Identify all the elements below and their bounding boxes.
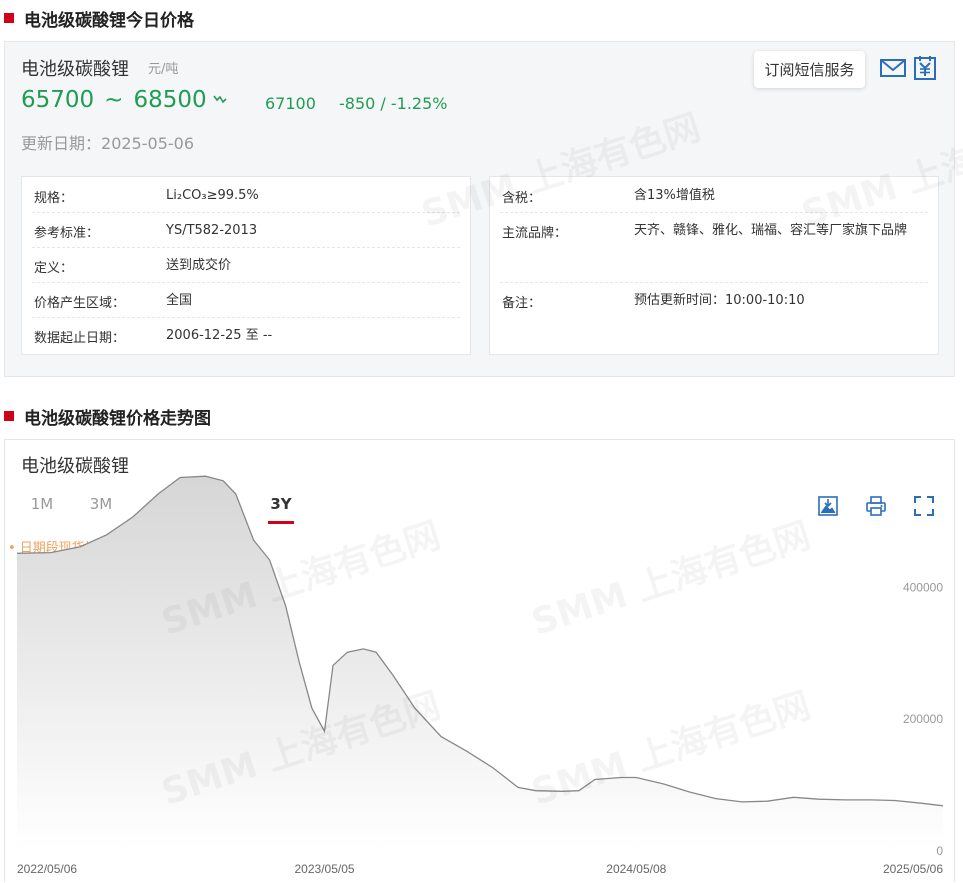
price-area <box>17 476 943 850</box>
price-high: 68500 <box>133 87 207 113</box>
info-value: Li₂CO₃≥99.5% <box>166 188 259 203</box>
mail-icon[interactable] <box>879 54 907 82</box>
info-row: 参考标准： YS/T582-2013 <box>32 212 460 248</box>
update-date-value: 2025-05-06 <box>101 134 194 153</box>
spec-info-table-right: 含税： 含13%增值税 主流品牌： 天齐、赣锋、雅化、瑞福、容汇等厂家旗下品牌 … <box>489 176 939 355</box>
update-date-label: 更新日期： <box>21 134 102 153</box>
yuan-doc-icon[interactable] <box>911 54 939 82</box>
info-row: 价格产生区域： 全国 <box>32 282 460 318</box>
red-square-marker <box>4 13 14 23</box>
info-value: 预估更新时间：10:00-10:10 <box>634 293 805 308</box>
price-card: 电池级碳酸锂 元/吨 65700 ~ 68500 67100 -850 / -1… <box>4 41 963 377</box>
info-label: 参考标准： <box>34 226 100 241</box>
today-price-section-title: 电池级碳酸锂今日价格 <box>0 6 194 31</box>
product-name: 电池级碳酸锂 <box>21 59 129 80</box>
x-tick-label: 2023/05/05 <box>295 862 355 876</box>
info-value: 含13%增值税 <box>634 188 715 203</box>
info-row: 主流品牌： 天齐、赣锋、雅化、瑞福、容汇等厂家旗下品牌 <box>500 212 928 283</box>
chart-card: 电池级碳酸锂 1M 3M 6M 1Y 3Y • 日期段现货均价：23798 <box>4 439 955 882</box>
info-label: 定义： <box>34 261 74 276</box>
info-label: 含税： <box>502 191 542 206</box>
trend-section-title: 电池级碳酸锂价格走势图 <box>0 404 211 429</box>
info-row: 备注： 预估更新时间：10:00-10:10 <box>500 282 928 317</box>
info-label: 备注： <box>502 296 542 311</box>
y-tick-label: 400000 <box>903 580 943 594</box>
x-tick-label: 2022/05/06 <box>17 862 77 876</box>
down-trend-icon <box>212 93 227 107</box>
price-range-tilde: ~ <box>104 87 124 113</box>
price-range: 65700 ~ 68500 <box>21 87 227 113</box>
update-date: 更新日期：2025-05-06 <box>21 130 194 154</box>
x-tick-label: 2024/05/08 <box>606 862 666 876</box>
info-row: 定义： 送到成交价 <box>32 247 460 283</box>
y-tick-label: 200000 <box>903 712 943 726</box>
info-value: YS/T582-2013 <box>166 223 258 238</box>
info-label: 数据起止日期： <box>34 331 126 346</box>
info-value: 2006-12-25 至 -- <box>166 328 273 343</box>
today-price-title-text: 电池级碳酸锂今日价格 <box>24 10 194 31</box>
info-label: 规格： <box>34 191 74 206</box>
price-change: -850 / -1.25% <box>339 94 448 113</box>
red-square-marker <box>4 411 14 421</box>
subscribe-sms-button[interactable]: 订阅短信服务 <box>754 51 865 88</box>
info-row: 数据起止日期： 2006-12-25 至 -- <box>32 317 460 354</box>
price-unit: 元/吨 <box>148 62 179 77</box>
price-trend-chart: 0 200000 400000 2022/05/06 2023/05/05 2024/05… <box>16 475 943 876</box>
y-tick-label: 0 <box>936 844 943 858</box>
info-label: 主流品牌： <box>502 226 568 241</box>
info-value: 天齐、赣锋、雅化、瑞福、容汇等厂家旗下品牌 <box>634 223 908 238</box>
price-low: 65700 <box>21 87 95 113</box>
info-row: 含税： 含13%增值税 <box>500 177 928 213</box>
x-tick-label: 2025/05/06 <box>883 862 943 876</box>
spec-info-table-left: 规格： Li₂CO₃≥99.5% 参考标准： YS/T582-2013 定义： … <box>21 176 471 355</box>
info-value: 全国 <box>166 293 193 308</box>
info-row: 规格： Li₂CO₃≥99.5% <box>32 177 460 213</box>
trend-title-text: 电池级碳酸锂价格走势图 <box>24 408 211 429</box>
info-label: 价格产生区域： <box>34 296 126 311</box>
average-price: 67100 <box>265 94 316 113</box>
info-value: 送到成交价 <box>166 258 232 273</box>
